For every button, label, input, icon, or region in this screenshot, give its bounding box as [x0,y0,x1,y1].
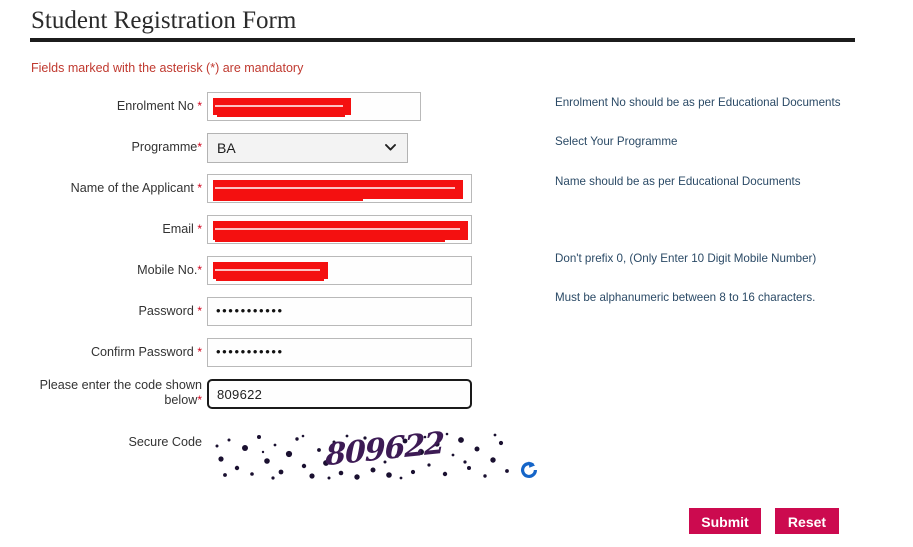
programme-select[interactable]: BA [207,133,408,163]
form-row-email: Email * [0,211,913,252]
control-captcha-entry: 809622 [207,379,472,409]
redaction-chip [215,235,445,242]
label-email: Email * [27,222,202,237]
mobile-no-input[interactable] [207,256,472,285]
hint-applicant-name: Name should be as per Educational Docume… [555,175,801,188]
hint-programme: Select Your Programme [555,135,678,148]
mandatory-fields-note: Fields marked with the asterisk (*) are … [31,61,304,75]
programme-selected-value: BA [217,140,236,156]
required-asterisk: * [197,140,202,154]
label-enrolment-no-text: Enrolment No [116,99,194,113]
label-password: Password * [27,304,202,319]
form-row-confirm-password: Confirm Password * ••••••••••• [0,334,913,375]
label-confirm-password: Confirm Password * [27,345,202,360]
captcha-input-value: 809622 [217,387,263,402]
redaction-mark [213,180,463,201]
label-programme-text: Programme [131,140,198,154]
password-masked-value: ••••••••••• [216,303,284,318]
required-asterisk: * [197,181,202,195]
confirm-password-masked-value: ••••••••••• [216,344,284,359]
required-asterisk: * [197,263,202,277]
control-password: ••••••••••• [207,297,472,326]
applicant-name-input[interactable] [207,174,472,203]
password-input[interactable]: ••••••••••• [207,297,472,326]
captcha-code-input[interactable]: 809622 [207,379,472,409]
required-asterisk: * [197,345,202,359]
control-confirm-password: ••••••••••• [207,338,472,367]
label-captcha-line2: below [164,393,198,407]
label-enrolment-no: Enrolment No * [27,99,202,114]
label-mobile-no: Mobile No.* [27,263,202,278]
reset-button[interactable]: Reset [775,508,839,534]
label-applicant-name-text: Name of the Applicant [70,181,194,195]
hint-enrolment-no: Enrolment No should be as per Educationa… [555,96,841,109]
required-asterisk: * [197,222,202,236]
required-asterisk: * [197,393,202,407]
label-confirm-password-text: Confirm Password [90,345,194,359]
page-title: Student Registration Form [31,7,297,34]
label-email-text: Email [162,222,194,236]
label-applicant-name: Name of the Applicant * [27,181,202,196]
refresh-icon[interactable] [519,460,539,480]
captcha-image: 809622 [207,428,515,482]
title-divider [30,38,855,42]
redaction-mark [213,221,468,242]
label-mobile-no-text: Mobile No. [137,263,198,277]
control-programme: BA [207,133,408,163]
hint-mobile-no: Don't prefix 0, (Only Enter 10 Digit Mob… [555,252,817,265]
redaction-mark [213,98,351,117]
chevron-down-icon [385,144,396,151]
submit-button[interactable]: Submit [689,508,761,534]
required-asterisk: * [197,99,202,113]
redaction-chip [216,275,324,281]
label-captcha-line1: Please enter the code shown [39,378,202,392]
redaction-chip [217,111,345,117]
control-email [207,215,472,244]
redaction-chip [213,194,363,201]
label-secure-code: Secure Code [128,435,202,449]
form-row-captcha-entry: Please enter the code shown below* 80962… [0,375,913,427]
hint-password: Must be alphanumeric between 8 to 16 cha… [555,291,816,304]
email-input[interactable] [207,215,472,244]
label-password-text: Password [138,304,194,318]
confirm-password-input[interactable]: ••••••••••• [207,338,472,367]
label-captcha-entry: Please enter the code shown below* [27,378,202,408]
redaction-mark [213,262,328,281]
required-asterisk: * [197,304,202,318]
label-programme: Programme* [27,140,202,155]
control-applicant-name [207,174,472,203]
enrolment-no-input[interactable] [207,92,421,121]
control-mobile-no [207,256,472,285]
control-enrolment-no [207,92,421,121]
